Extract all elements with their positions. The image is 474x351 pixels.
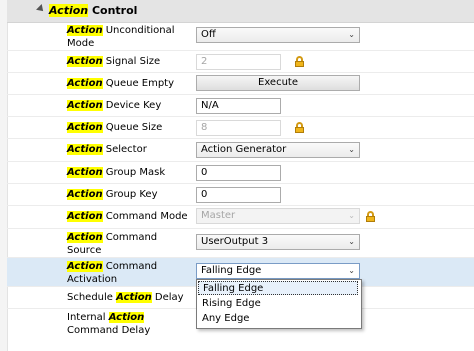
selector-select[interactable]: Action Generator ⌄ bbox=[196, 142, 360, 158]
property-label: Action Queue Empty bbox=[67, 78, 175, 89]
property-label: Action Device Key bbox=[67, 100, 162, 111]
lock-icon bbox=[295, 122, 304, 133]
dropdown-option-any-edge[interactable]: Any Edge bbox=[198, 312, 358, 326]
category-title: Action Control bbox=[49, 4, 138, 17]
category-header[interactable]: Action Control bbox=[7, 0, 474, 23]
command-activation-dropdown-list: Falling Edge Rising Edge Any Edge bbox=[196, 279, 362, 329]
property-label: Action Signal Size bbox=[67, 56, 161, 67]
group-mask-field[interactable]: 0 bbox=[196, 165, 281, 181]
chevron-down-icon: ⌄ bbox=[348, 211, 355, 220]
command-activation-select[interactable]: Falling Edge ⌄ bbox=[196, 263, 360, 279]
property-label: Schedule Action Delay bbox=[67, 292, 184, 303]
chevron-down-icon: ⌄ bbox=[348, 237, 355, 246]
collapse-triangle-icon[interactable] bbox=[36, 4, 46, 14]
property-row-queue-size: Action Queue Size 8 bbox=[7, 117, 474, 139]
property-row-unconditional-mode: Action Unconditional Mode Off ⌄ bbox=[7, 23, 474, 51]
property-row-group-mask: Action Group Mask 0 bbox=[7, 162, 474, 184]
command-source-select[interactable]: UserOutput 3 ⌄ bbox=[196, 234, 360, 250]
chevron-down-icon: ⌄ bbox=[348, 145, 355, 154]
property-row-command-mode: Action Command Mode Master ⌄ bbox=[7, 206, 474, 229]
property-label: Action Command Source bbox=[67, 232, 158, 256]
property-label: Internal Action Command Delay bbox=[67, 312, 151, 336]
dropdown-option-falling-edge[interactable]: Falling Edge bbox=[198, 281, 358, 295]
execute-button[interactable]: Execute bbox=[196, 75, 360, 91]
lock-icon bbox=[295, 56, 304, 67]
property-label: Action Group Mask bbox=[67, 167, 166, 178]
group-key-field[interactable]: 0 bbox=[196, 187, 281, 203]
lock-icon bbox=[366, 211, 375, 222]
property-row-selector: Action Selector Action Generator ⌄ bbox=[7, 139, 474, 162]
queue-size-field: 8 bbox=[196, 120, 281, 136]
device-key-field[interactable]: N/A bbox=[196, 98, 281, 114]
chevron-down-icon: ⌄ bbox=[348, 30, 355, 39]
property-label: Action Selector bbox=[67, 144, 147, 155]
property-row-command-source: Action Command Source UserOutput 3 ⌄ bbox=[7, 229, 474, 258]
command-mode-select: Master ⌄ bbox=[196, 208, 360, 224]
property-label: Action Command Mode bbox=[67, 211, 188, 222]
property-label: Action Queue Size bbox=[67, 122, 163, 133]
property-label: Action Group Key bbox=[67, 189, 158, 200]
unconditional-mode-select[interactable]: Off ⌄ bbox=[196, 27, 360, 43]
signal-size-field: 2 bbox=[196, 54, 281, 70]
property-row-signal-size: Action Signal Size 2 bbox=[7, 51, 474, 73]
property-row-group-key: Action Group Key 0 bbox=[7, 184, 474, 206]
property-row-queue-empty: Action Queue Empty Execute bbox=[7, 73, 474, 95]
property-row-device-key: Action Device Key N/A bbox=[7, 95, 474, 117]
dropdown-option-rising-edge[interactable]: Rising Edge bbox=[198, 297, 358, 311]
chevron-down-icon: ⌄ bbox=[348, 266, 355, 275]
property-label: Action Unconditional Mode bbox=[67, 25, 175, 49]
property-label: Action Command Activation bbox=[67, 261, 158, 285]
